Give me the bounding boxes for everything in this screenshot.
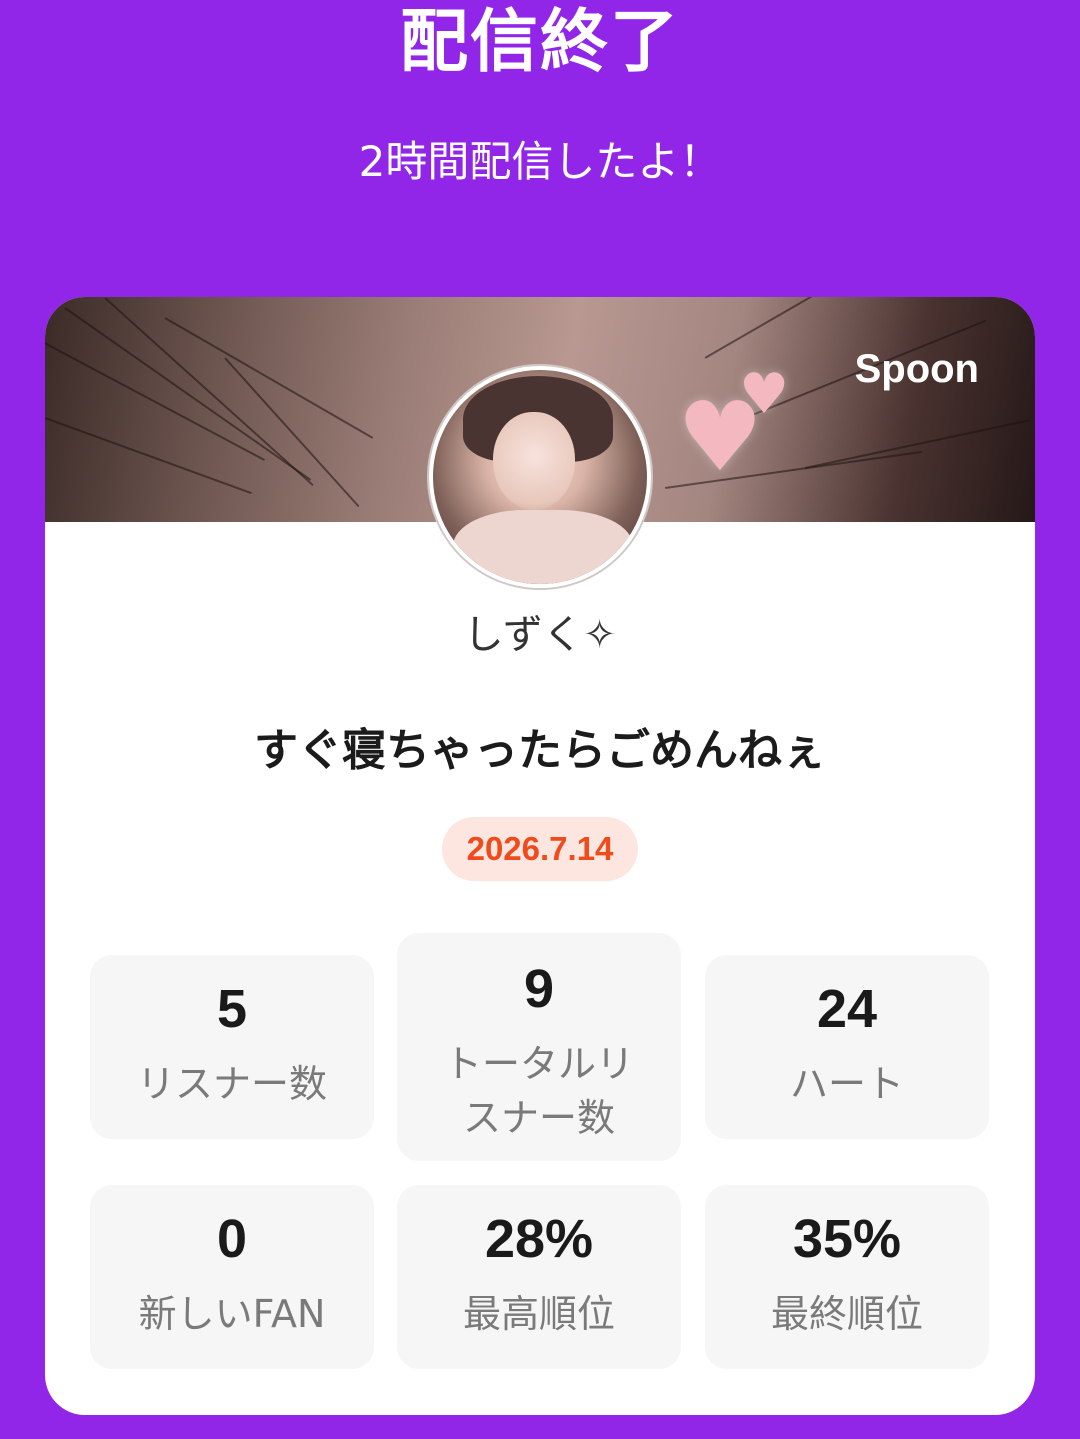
stat-label: リスナー数 bbox=[136, 1062, 327, 1106]
stat-total-listeners: 9 トータルリスナー数 bbox=[397, 933, 681, 1161]
stat-label: トータルリスナー数 bbox=[443, 1042, 634, 1140]
stat-new-fans: 0 新しいFAN bbox=[90, 1185, 374, 1369]
stat-label: ハート bbox=[789, 1062, 904, 1106]
stat-value: 9 bbox=[523, 959, 555, 1019]
date-badge: 2026.7.14 bbox=[442, 817, 638, 881]
result-card: ♥ ♥ Spoon しずく✧ すぐ寝ちゃったらごめんねぇ 2026.7.14 5… bbox=[45, 297, 1035, 1415]
stat-value: 5 bbox=[216, 979, 248, 1039]
stat-value: 28% bbox=[484, 1209, 594, 1269]
stat-label: 新しいFAN bbox=[138, 1292, 326, 1336]
stat-highest-rank: 28% 最高順位 bbox=[397, 1185, 681, 1369]
stat-label: 最高順位 bbox=[462, 1292, 615, 1336]
username: しずく✧ bbox=[463, 612, 617, 658]
spoon-logo: Spoon bbox=[854, 347, 979, 391]
stat-value: 0 bbox=[216, 1209, 248, 1269]
avatar bbox=[429, 366, 651, 588]
stat-hearts: 24 ハート bbox=[705, 955, 989, 1139]
page-subtitle: 2時間配信したよ！ bbox=[358, 137, 722, 186]
stat-final-rank: 35% 最終順位 bbox=[705, 1185, 989, 1369]
stat-value: 35% bbox=[792, 1209, 902, 1269]
stat-listeners: 5 リスナー数 bbox=[90, 955, 374, 1139]
stream-title: すぐ寝ちゃったらごめんねぇ bbox=[254, 725, 826, 776]
stat-label: 最終順位 bbox=[770, 1292, 923, 1336]
stat-value: 24 bbox=[816, 979, 878, 1039]
page-title: 配信終了 bbox=[399, 3, 680, 82]
